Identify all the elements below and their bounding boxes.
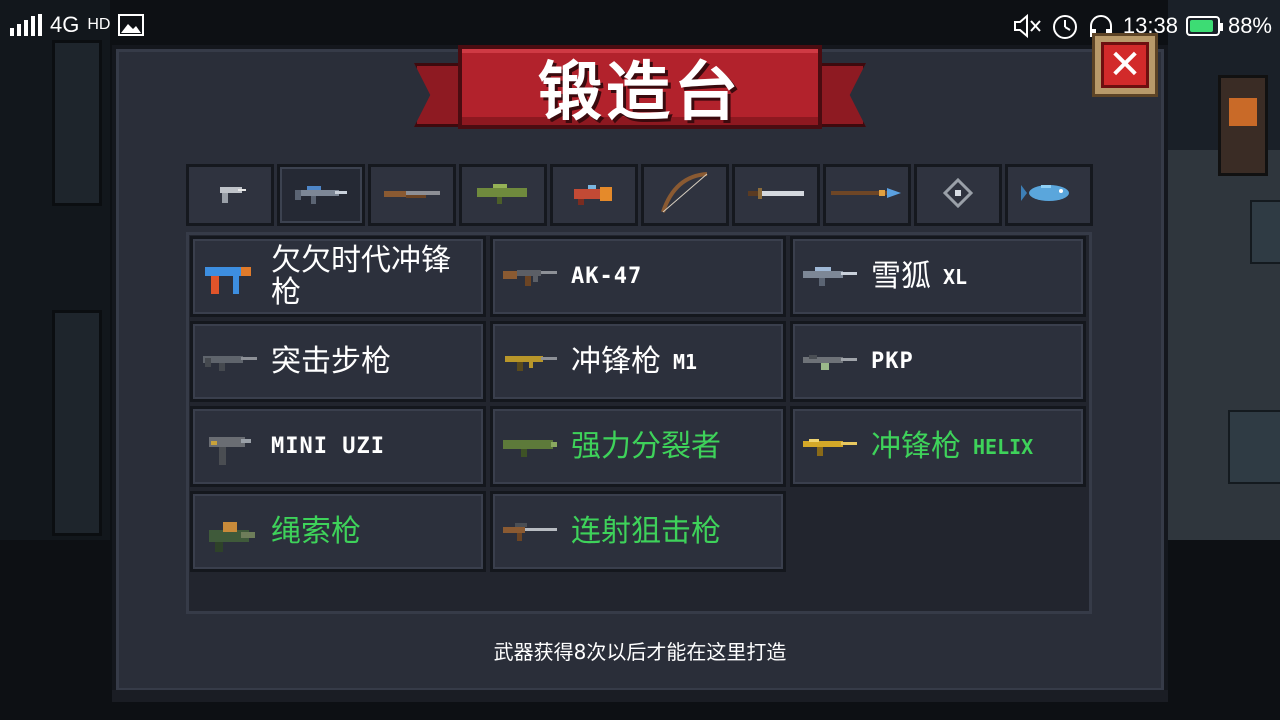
ak47-icon — [501, 261, 559, 295]
weapon-name-text: MINI UZI — [271, 433, 385, 459]
weapon-name-text: 雪狐 — [871, 258, 931, 294]
game-background-left — [0, 0, 110, 540]
rifle-icon — [291, 180, 351, 210]
smg-icon — [201, 261, 259, 295]
weapon-name: 强力分裂者 — [571, 409, 773, 484]
title-banner: 锻造台 — [414, 45, 866, 147]
weapon-name-suffix: XL — [943, 264, 968, 289]
rope-gun-icon — [201, 516, 259, 552]
splitter-icon — [501, 431, 559, 465]
weapon-name: PKP — [871, 324, 1073, 399]
pkp-icon — [801, 346, 859, 380]
tab-pistol[interactable] — [186, 164, 274, 226]
shotgun-icon — [380, 181, 444, 209]
weapon-item[interactable]: 冲锋枪 M1 — [490, 321, 786, 402]
staff-icon — [942, 177, 974, 212]
category-tabs — [186, 164, 1093, 226]
weapon-item[interactable]: PKP — [790, 321, 1086, 402]
image-icon — [118, 14, 145, 36]
weapon-name: 冲锋枪 M1 — [571, 324, 773, 399]
weapon-grid: 欠欠时代冲锋枪 AK-47 雪狐 XL 突击步枪 冲锋枪 M1 PKP MINI UZI 强力分裂… — [190, 236, 1088, 572]
special-gun-icon — [566, 179, 622, 211]
weapon-name-text: 连射狙击枪 — [571, 513, 721, 549]
signal-icon — [10, 14, 42, 36]
smg-helix-icon — [801, 431, 859, 465]
forge-hint: 武器获得8次以后才能在这里打造 — [493, 640, 787, 664]
sword-icon — [744, 183, 808, 207]
weapon-name-text: 绳索枪 — [271, 513, 361, 549]
tab-rifle[interactable] — [277, 164, 365, 226]
weapon-name: 欠欠时代冲锋枪 — [271, 239, 473, 314]
weapon-name: 雪狐 XL — [871, 239, 1073, 314]
weapon-name: AK-47 — [571, 239, 773, 314]
alarm-icon — [1052, 15, 1077, 39]
page-title: 锻造台 — [538, 56, 742, 130]
mute-icon — [1013, 13, 1041, 39]
tab-shotgun[interactable] — [368, 164, 456, 226]
wall-door — [52, 310, 102, 536]
tab-spear[interactable] — [823, 164, 911, 226]
tab-fish[interactable] — [1005, 164, 1093, 226]
tab-special-gun[interactable] — [550, 164, 638, 226]
assault-rifle-icon — [201, 346, 259, 380]
tab-bow[interactable] — [641, 164, 729, 226]
uzi-icon — [201, 431, 259, 465]
spear-icon — [829, 185, 905, 205]
weapon-item[interactable]: 欠欠时代冲锋枪 — [190, 236, 486, 317]
burst-sniper-icon — [501, 516, 559, 550]
weapon-name-text: 欠欠时代冲锋枪 — [271, 242, 451, 310]
weapon-name: 突击步枪 — [271, 324, 473, 399]
fish-icon — [1019, 180, 1079, 210]
weapon-name-text: PKP — [871, 348, 914, 374]
close-icon: ✕ — [1101, 42, 1149, 88]
wall-door — [52, 40, 102, 206]
battery-icon — [1185, 16, 1223, 36]
weapon-name: 连射狙击枪 — [571, 494, 773, 569]
network-type: 4G — [50, 12, 80, 37]
tab-rocket-launcher[interactable] — [459, 164, 547, 226]
pistol-icon — [210, 181, 250, 209]
snowfox-rifle-icon — [801, 261, 859, 295]
weapon-item[interactable]: 强力分裂者 — [490, 406, 786, 487]
weapon-name: 绳索枪 — [271, 494, 473, 569]
tab-staff[interactable] — [914, 164, 1002, 226]
battery-percent: 88% — [1227, 13, 1272, 38]
weapon-name-text: AK-47 — [571, 263, 643, 289]
close-button[interactable]: ✕ — [1092, 33, 1158, 97]
rocket-launcher-icon — [473, 180, 533, 210]
weapon-item[interactable]: 绳索枪 — [190, 491, 486, 572]
weapon-item[interactable]: 突击步枪 — [190, 321, 486, 402]
weapon-item[interactable]: 冲锋枪 HELIX — [790, 406, 1086, 487]
weapon-item[interactable]: AK-47 — [490, 236, 786, 317]
wall-tile — [1250, 200, 1280, 264]
weapon-name-text: 冲锋枪 — [571, 343, 661, 379]
weapon-name: MINI UZI — [271, 409, 473, 484]
weapon-name-text: 冲锋枪 — [871, 428, 961, 464]
bow-icon — [655, 168, 715, 222]
machine-icon — [1218, 75, 1268, 176]
tab-sword[interactable] — [732, 164, 820, 226]
panel-shadow — [112, 690, 1168, 702]
weapon-name-suffix: HELIX — [973, 434, 1034, 459]
weapon-item[interactable]: 雪狐 XL — [790, 236, 1086, 317]
game-background-right — [1168, 0, 1280, 540]
weapon-name-text: 强力分裂者 — [571, 428, 721, 464]
banner-main: 锻造台 — [458, 45, 822, 130]
battery-fill — [1189, 20, 1213, 32]
weapon-item[interactable]: MINI UZI — [190, 406, 486, 487]
wall-tile — [1228, 410, 1280, 484]
weapon-name: 冲锋枪 HELIX — [871, 409, 1073, 484]
hd-indicator: HD — [87, 16, 111, 33]
weapon-name-suffix: M1 — [673, 349, 698, 374]
smg-m1-icon — [501, 346, 559, 380]
weapon-name-text: 突击步枪 — [271, 343, 391, 379]
weapon-item[interactable]: 连射狙击枪 — [490, 491, 786, 572]
